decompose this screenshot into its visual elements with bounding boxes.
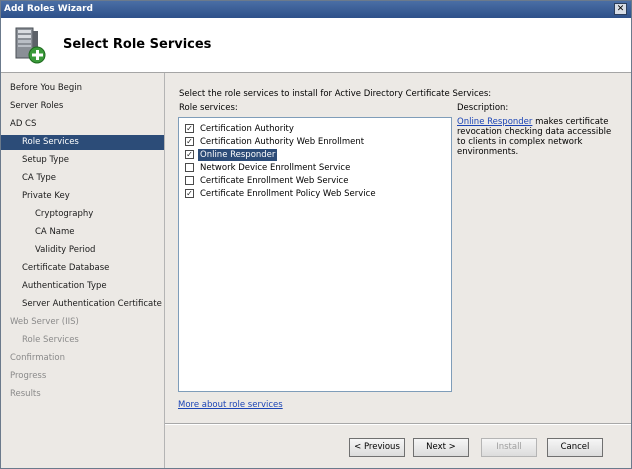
role-service-label: Certificate Enrollment Policy Web Servic…: [200, 189, 376, 199]
sidebar-item-validity-period[interactable]: Validity Period: [1, 243, 164, 258]
checkbox-certification-authority[interactable]: ✓: [185, 124, 194, 133]
sidebar-item-role-services[interactable]: Role Services: [1, 135, 164, 150]
sidebar-item-ad-cs[interactable]: AD CS: [1, 117, 164, 132]
sidebar-item-private-key[interactable]: Private Key: [1, 189, 164, 204]
role-service-label: Certification Authority: [200, 124, 294, 134]
role-service-label: Online Responder: [198, 149, 278, 161]
sidebar-item-server-roles[interactable]: Server Roles: [1, 99, 164, 114]
sidebar-item-iis-role-services: Role Services: [22, 335, 79, 345]
checkbox-enrollment-web-service[interactable]: [185, 176, 194, 185]
install-button: Install: [481, 438, 537, 457]
button-divider: [165, 423, 631, 425]
sidebar-item-before-you-begin[interactable]: Before You Begin: [1, 81, 164, 96]
sidebar-item-setup-type[interactable]: Setup Type: [1, 153, 164, 168]
main-panel: Select the role services to install for …: [165, 73, 631, 468]
checkbox-online-responder[interactable]: ✓: [185, 150, 194, 159]
sidebar-item-ca-name[interactable]: CA Name: [1, 225, 164, 240]
window-title: Add Roles Wizard: [4, 4, 93, 14]
server-add-icon: [15, 27, 46, 64]
more-about-role-services-link[interactable]: More about role services: [178, 400, 283, 410]
next-button[interactable]: Next >: [413, 438, 469, 457]
page-title: Select Role Services: [63, 37, 212, 52]
sidebar-item-authentication-type[interactable]: Authentication Type: [1, 279, 164, 294]
wizard-steps-sidebar: Before You Begin Server Roles AD CS Role…: [1, 73, 165, 468]
cancel-button[interactable]: Cancel: [547, 438, 603, 457]
title-bar[interactable]: Add Roles Wizard ✕: [1, 1, 631, 18]
close-icon[interactable]: ✕: [614, 3, 627, 15]
sidebar-item-ca-type[interactable]: CA Type: [1, 171, 164, 186]
instruction-text: Select the role services to install for …: [179, 89, 492, 99]
role-service-label: Network Device Enrollment Service: [200, 163, 351, 173]
checkbox-ca-web-enrollment[interactable]: ✓: [185, 137, 194, 146]
add-roles-wizard-window: Add Roles Wizard ✕ Select Role Services …: [0, 0, 632, 469]
role-services-list[interactable]: ✓ Certification Authority ✓ Certificatio…: [178, 117, 452, 392]
description-text: Online Responder makes certificate revoc…: [457, 117, 617, 157]
description-label: Description:: [457, 103, 509, 113]
wizard-header: Select Role Services: [1, 18, 631, 73]
sidebar-item-server-authentication-certificate[interactable]: Server Authentication Certificate: [1, 297, 164, 312]
sidebar-item-confirmation: Confirmation: [10, 353, 65, 363]
sidebar-item-cryptography[interactable]: Cryptography: [1, 207, 164, 222]
sidebar-item-results: Results: [10, 389, 41, 399]
online-responder-link[interactable]: Online Responder: [457, 117, 532, 127]
sidebar-item-certificate-database[interactable]: Certificate Database: [1, 261, 164, 276]
checkbox-network-device-enrollment[interactable]: [185, 163, 194, 172]
role-services-label: Role services:: [179, 103, 238, 113]
checkbox-enrollment-policy-web-service[interactable]: ✓: [185, 189, 194, 198]
sidebar-item-progress: Progress: [10, 371, 47, 381]
role-service-label: Certificate Enrollment Web Service: [200, 176, 349, 186]
sidebar-item-web-server-iis: Web Server (IIS): [10, 317, 79, 327]
role-service-label: Certification Authority Web Enrollment: [200, 137, 365, 147]
previous-button[interactable]: < Previous: [349, 438, 405, 457]
